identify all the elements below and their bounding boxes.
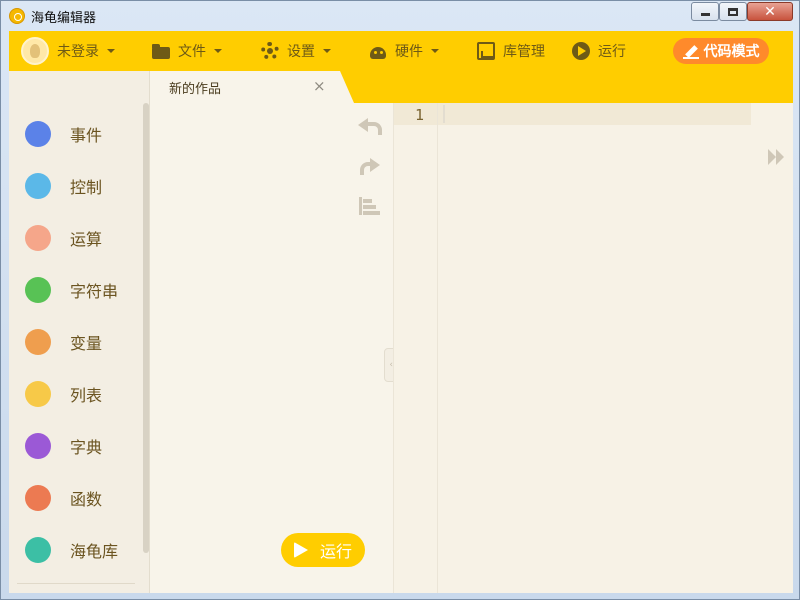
login-label: 未登录: [57, 44, 99, 60]
library-manager-button[interactable]: 库管理: [477, 31, 545, 71]
run-button[interactable]: 运行: [281, 533, 365, 567]
minimize-icon: [700, 13, 710, 16]
text-cursor: [443, 105, 445, 123]
sidebar-item-label: 变量: [70, 334, 103, 353]
minimize-button[interactable]: [691, 2, 719, 21]
main-toolbar: 未登录 文件 设置 硬件 库管理 运行 代码模式: [9, 31, 793, 71]
run-button-label: 运行: [319, 542, 352, 561]
sidebar-item-control[interactable]: 控制: [25, 173, 102, 199]
code-mode-label: 代码模式: [703, 44, 760, 60]
file-label: 文件: [178, 44, 206, 60]
robot-icon: [369, 42, 387, 60]
file-menu[interactable]: 文件: [152, 31, 222, 71]
sidebar-item-function[interactable]: 函数: [25, 485, 102, 511]
close-icon: ✕: [764, 3, 776, 20]
active-line-highlight: [394, 103, 751, 125]
sidebar-item-label: 控制: [70, 178, 103, 197]
play-icon: [293, 542, 308, 558]
chevron-down-icon: [214, 49, 222, 53]
line-number: 1: [415, 106, 425, 124]
book-icon: [25, 433, 51, 459]
sidebar-item-list[interactable]: 列表: [25, 381, 102, 407]
sidebar-item-turtle[interactable]: 海龟库: [25, 537, 118, 563]
sidebar-item-label: 运算: [70, 230, 103, 249]
toggle-icon: [25, 121, 51, 147]
code-editor[interactable]: 1: [393, 103, 793, 593]
sidebar-item-event[interactable]: 事件: [25, 121, 102, 147]
redo-icon[interactable]: [358, 156, 380, 178]
list-icon: [25, 381, 51, 407]
undo-icon[interactable]: [358, 116, 382, 138]
avatar: [21, 37, 49, 65]
window-title: 海龟编辑器: [31, 11, 97, 26]
inbox-icon: [477, 42, 495, 60]
app-window: 海龟编辑器 ✕ 未登录 文件 设置 硬件 库管理 运行 代码模式 事件 控制 运…: [0, 0, 800, 600]
variable-x-icon: [25, 329, 51, 355]
pencil-icon: [682, 43, 699, 59]
title-bar[interactable]: 海龟编辑器 ✕: [1, 1, 799, 31]
maximize-button[interactable]: [719, 2, 747, 21]
sidebar-item-label: 字典: [70, 438, 103, 457]
block-category-sidebar: 事件 控制 运算 字符串 变量 列表 字典 函数 海龟库: [9, 71, 150, 593]
maximize-icon: [728, 7, 738, 16]
sidebar-item-string[interactable]: 字符串: [25, 277, 118, 303]
settings-label: 设置: [287, 44, 315, 60]
sidebar-item-label: 事件: [70, 126, 103, 145]
gamepad-icon: [25, 173, 51, 199]
block-workspace[interactable]: 运行: [150, 103, 393, 593]
tab-title: 新的作品: [169, 82, 222, 97]
sidebar-item-label: 列表: [70, 386, 103, 405]
hardware-menu[interactable]: 硬件: [369, 31, 439, 71]
close-tab-icon[interactable]: ×: [313, 77, 326, 95]
gear-icon: [261, 42, 279, 60]
chevron-down-icon: [323, 49, 331, 53]
string-icon: [25, 277, 51, 303]
sidebar-divider: [17, 583, 135, 584]
folder-icon: [152, 42, 170, 60]
play-circle-icon: [572, 42, 590, 60]
sidebar-item-label: 函数: [70, 490, 103, 509]
sidebar-item-label: 字符串: [70, 282, 119, 301]
code-icon: [25, 485, 51, 511]
align-blocks-icon[interactable]: [358, 195, 380, 217]
turtle-icon: [25, 537, 51, 563]
sidebar-item-label: 海龟库: [70, 542, 119, 561]
library-label: 库管理: [503, 44, 545, 60]
sidebar-item-dict[interactable]: 字典: [25, 433, 102, 459]
fast-forward-icon[interactable]: [767, 149, 787, 165]
tab-strip: 新的作品 ×: [150, 71, 793, 103]
sidebar-scrollbar[interactable]: [143, 103, 149, 553]
code-mode-button[interactable]: 代码模式: [673, 38, 769, 64]
run-label: 运行: [598, 44, 626, 60]
app-logo-icon: [9, 8, 25, 24]
app-client-area: 未登录 文件 设置 硬件 库管理 运行 代码模式 事件 控制 运算 字符串 变量…: [9, 31, 793, 593]
login-menu[interactable]: 未登录: [21, 31, 115, 71]
calculator-icon: [25, 225, 51, 251]
close-window-button[interactable]: ✕: [747, 2, 793, 21]
sidebar-item-variable[interactable]: 变量: [25, 329, 102, 355]
settings-menu[interactable]: 设置: [261, 31, 331, 71]
line-number-gutter: 1: [394, 103, 438, 593]
run-toolbar-button[interactable]: 运行: [572, 31, 626, 71]
hardware-label: 硬件: [395, 44, 423, 60]
tab-new-project[interactable]: 新的作品 ×: [150, 71, 354, 103]
chevron-down-icon: [107, 49, 115, 53]
sidebar-item-operators[interactable]: 运算: [25, 225, 102, 251]
chevron-down-icon: [431, 49, 439, 53]
